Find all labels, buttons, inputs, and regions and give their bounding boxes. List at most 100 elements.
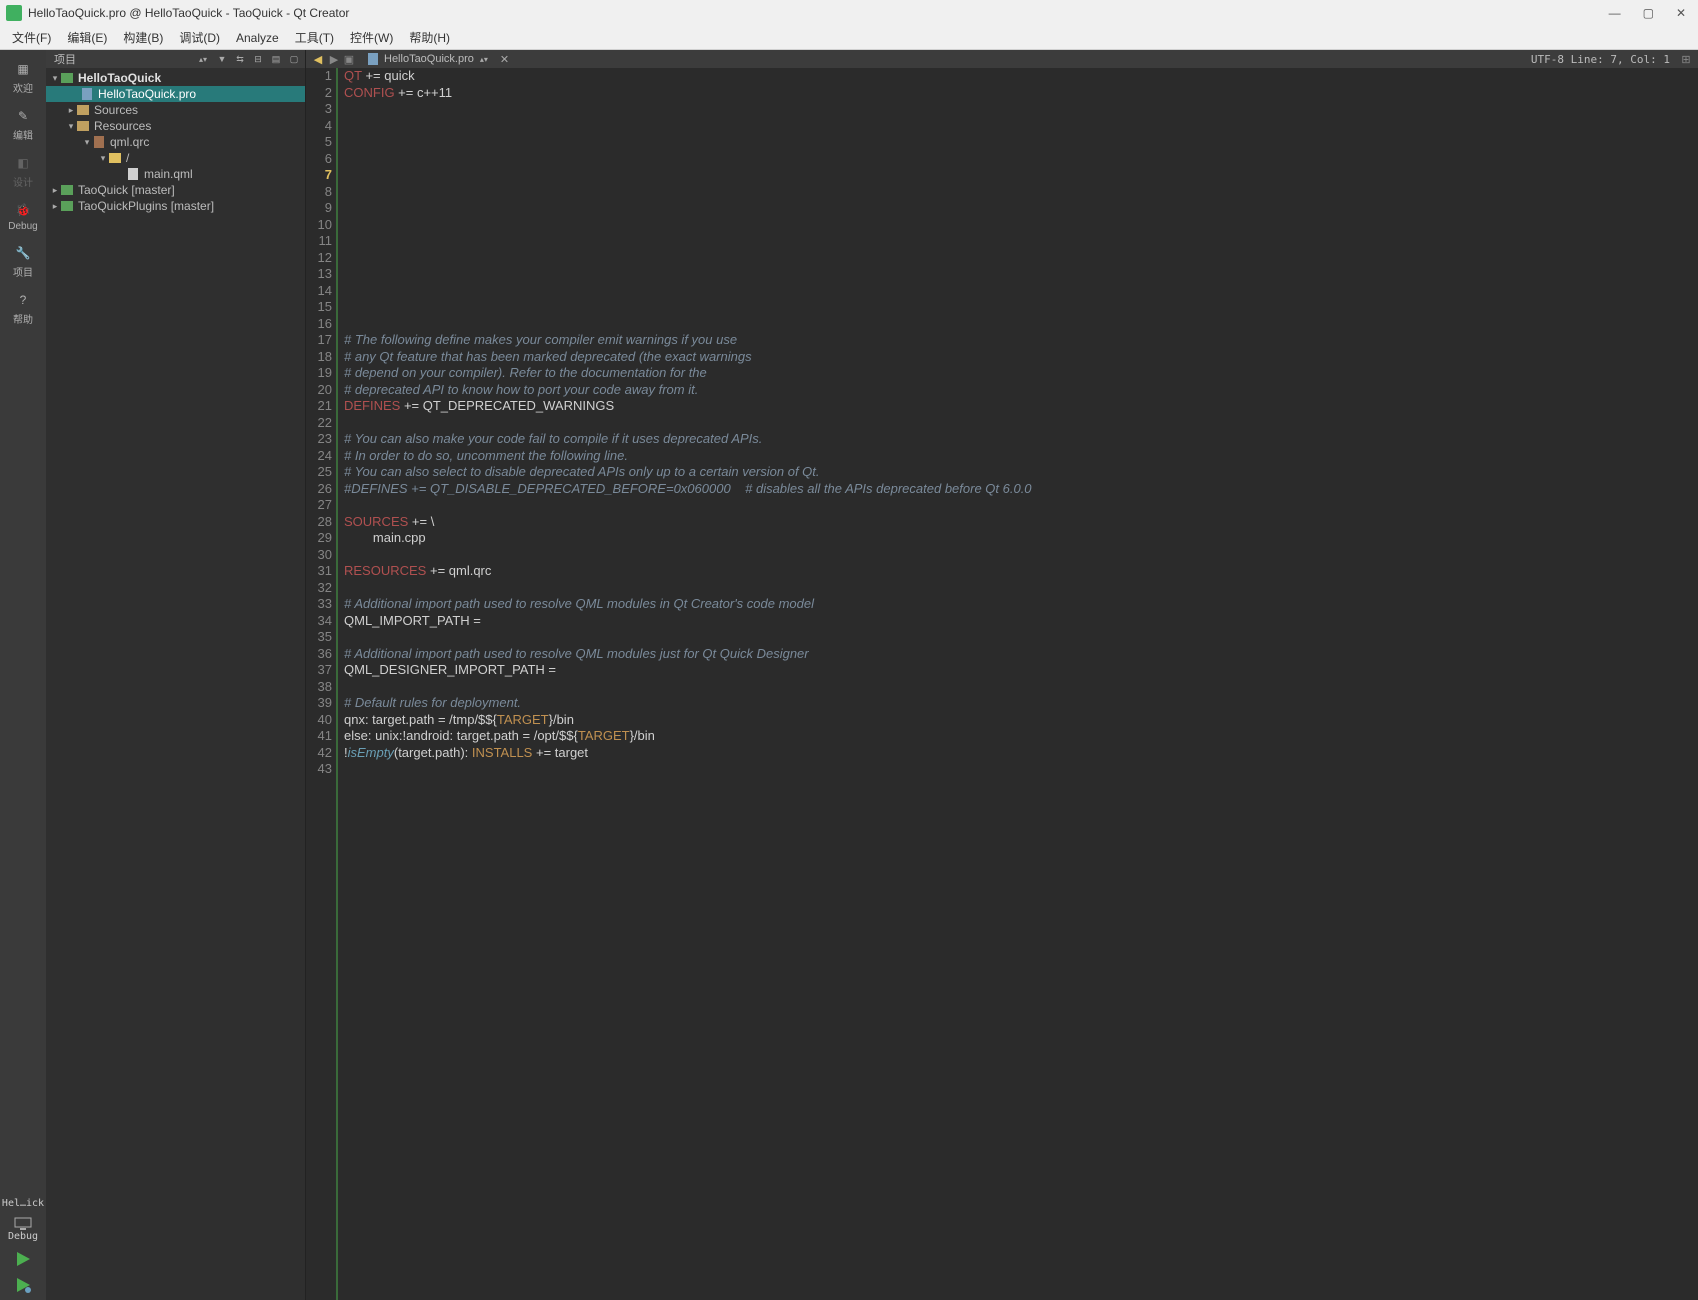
nav-back-button[interactable]: ◀ — [310, 53, 326, 66]
kit-selector-short[interactable]: Hel…ick — [2, 1198, 44, 1209]
project-tree[interactable]: ▾ HelloTaoQuick HelloTaoQuick.pro ▸ Sour… — [46, 68, 305, 1300]
code-line[interactable]: QML_IMPORT_PATH = — [344, 613, 1698, 630]
code-line[interactable]: main.cpp — [344, 530, 1698, 547]
minimize-icon[interactable]: — — [1609, 6, 1621, 20]
code-line[interactable]: # depend on your compiler). Refer to the… — [344, 365, 1698, 382]
bookmark-icon[interactable]: ▣ — [342, 53, 356, 66]
menu-item[interactable]: Analyze — [228, 29, 287, 47]
monitor-icon — [13, 1217, 33, 1231]
code-line[interactable]: # any Qt feature that has been marked de… — [344, 349, 1698, 366]
code-editor[interactable]: 1234567891011121314151617181920212223242… — [306, 68, 1698, 1300]
code-line[interactable] — [344, 134, 1698, 151]
code-line[interactable]: # Default rules for deployment. — [344, 695, 1698, 712]
tree-node-mainqml[interactable]: main.qml — [46, 166, 305, 182]
code-line[interactable]: RESOURCES += qml.qrc — [344, 563, 1698, 580]
mode-label: 欢迎 — [13, 80, 33, 95]
menu-item[interactable]: 帮助(H) — [401, 27, 458, 48]
code-line[interactable]: SOURCES += \ — [344, 514, 1698, 531]
code-line[interactable] — [344, 151, 1698, 168]
line-number: 6 — [306, 151, 332, 168]
code-line[interactable]: CONFIG += c++11 — [344, 85, 1698, 102]
code-line[interactable] — [344, 266, 1698, 283]
code-line[interactable] — [344, 167, 1698, 184]
maximize-icon[interactable]: ▢ — [1643, 6, 1654, 20]
code-line[interactable]: # In order to do so, uncomment the follo… — [344, 448, 1698, 465]
tree-node-project-root[interactable]: ▾ HelloTaoQuick — [46, 70, 305, 86]
close-tab-button[interactable]: ✕ — [500, 53, 509, 66]
tree-node-resources[interactable]: ▾ Resources — [46, 118, 305, 134]
code-line[interactable]: qnx: target.path = /tmp/$${TARGET}/bin — [344, 712, 1698, 729]
code-line[interactable] — [344, 679, 1698, 696]
code-line[interactable] — [344, 761, 1698, 778]
code-line[interactable] — [344, 118, 1698, 135]
mode-帮助[interactable]: ?帮助 — [0, 285, 46, 332]
line-number: 18 — [306, 349, 332, 366]
code-line[interactable]: #DEFINES += QT_DISABLE_DEPRECATED_BEFORE… — [344, 481, 1698, 498]
code-line[interactable]: # deprecated API to know how to port you… — [344, 382, 1698, 399]
code-line[interactable]: # You can also select to disable depreca… — [344, 464, 1698, 481]
code-line[interactable] — [344, 497, 1698, 514]
code-line[interactable] — [344, 415, 1698, 432]
code-line[interactable] — [344, 299, 1698, 316]
link-icon[interactable]: ⊟ — [251, 52, 265, 66]
menu-item[interactable]: 工具(T) — [287, 27, 342, 48]
tree-node-taoquickplugins[interactable]: ▸ TaoQuickPlugins [master] — [46, 198, 305, 214]
navigator-view-combo[interactable]: 项目 ▴▾ — [50, 51, 211, 67]
code-line[interactable]: # The following define makes your compil… — [344, 332, 1698, 349]
code-line[interactable]: DEFINES += QT_DEPRECATED_WARNINGS — [344, 398, 1698, 415]
filter-icon[interactable]: ▼ — [215, 52, 229, 66]
menu-item[interactable]: 控件(W) — [342, 27, 401, 48]
code-line[interactable] — [344, 547, 1698, 564]
code-content[interactable]: QT += quickCONFIG += c++11 # The followi… — [338, 68, 1698, 1300]
mode-icon: ✎ — [14, 107, 32, 125]
mode-项目[interactable]: 🔧项目 — [0, 238, 46, 285]
code-line[interactable]: !isEmpty(target.path): INSTALLS += targe… — [344, 745, 1698, 762]
mode-欢迎[interactable]: ▦欢迎 — [0, 54, 46, 101]
line-number: 24 — [306, 448, 332, 465]
close-icon[interactable]: ✕ — [1676, 6, 1686, 20]
code-line[interactable] — [344, 316, 1698, 333]
tree-node-sources[interactable]: ▸ Sources — [46, 102, 305, 118]
file-combo[interactable]: HelloTaoQuick.pro ▴▾ — [362, 53, 494, 65]
line-number: 28 — [306, 514, 332, 531]
split-icon[interactable]: ▤ — [269, 52, 283, 66]
code-line[interactable] — [344, 200, 1698, 217]
menu-item[interactable]: 编辑(E) — [59, 27, 115, 48]
mode-icon: ◧ — [14, 154, 32, 172]
code-line[interactable]: # Additional import path used to resolve… — [344, 596, 1698, 613]
run-button[interactable] — [14, 1250, 32, 1268]
code-line[interactable] — [344, 101, 1698, 118]
code-line[interactable]: else: unix:!android: target.path = /opt/… — [344, 728, 1698, 745]
mode-设计: ◧设计 — [0, 148, 46, 195]
code-line[interactable]: # Additional import path used to resolve… — [344, 646, 1698, 663]
code-line[interactable] — [344, 233, 1698, 250]
menu-item[interactable]: 文件(F) — [4, 27, 59, 48]
mode-icon: ? — [14, 291, 32, 309]
code-line[interactable]: # You can also make your code fail to co… — [344, 431, 1698, 448]
code-line[interactable] — [344, 217, 1698, 234]
chevron-down-icon: ▾ — [66, 121, 76, 132]
run-debug-button[interactable] — [14, 1276, 32, 1294]
tree-node-pro-file[interactable]: HelloTaoQuick.pro — [46, 86, 305, 102]
tree-node-qrc[interactable]: ▾ qml.qrc — [46, 134, 305, 150]
menu-item[interactable]: 调试(D) — [171, 27, 228, 48]
line-number: 17 — [306, 332, 332, 349]
nav-fwd-button[interactable]: ▶ — [326, 53, 342, 66]
target-selector[interactable]: Debug — [8, 1217, 38, 1242]
code-line[interactable] — [344, 580, 1698, 597]
split-editor-icon[interactable]: ⊞ — [1678, 53, 1694, 66]
code-line[interactable] — [344, 629, 1698, 646]
code-line[interactable] — [344, 283, 1698, 300]
code-line[interactable]: QT += quick — [344, 68, 1698, 85]
mode-Debug[interactable]: 🐞Debug — [0, 195, 46, 238]
line-number: 23 — [306, 431, 332, 448]
code-line[interactable] — [344, 184, 1698, 201]
menu-item[interactable]: 构建(B) — [115, 27, 171, 48]
close-panel-icon[interactable]: ▢ — [287, 52, 301, 66]
code-line[interactable] — [344, 250, 1698, 267]
mode-编辑[interactable]: ✎编辑 — [0, 101, 46, 148]
tree-node-taoquick[interactable]: ▸ TaoQuick [master] — [46, 182, 305, 198]
sync-icon[interactable]: ⇆ — [233, 52, 247, 66]
tree-node-prefix[interactable]: ▾ / — [46, 150, 305, 166]
code-line[interactable]: QML_DESIGNER_IMPORT_PATH = — [344, 662, 1698, 679]
